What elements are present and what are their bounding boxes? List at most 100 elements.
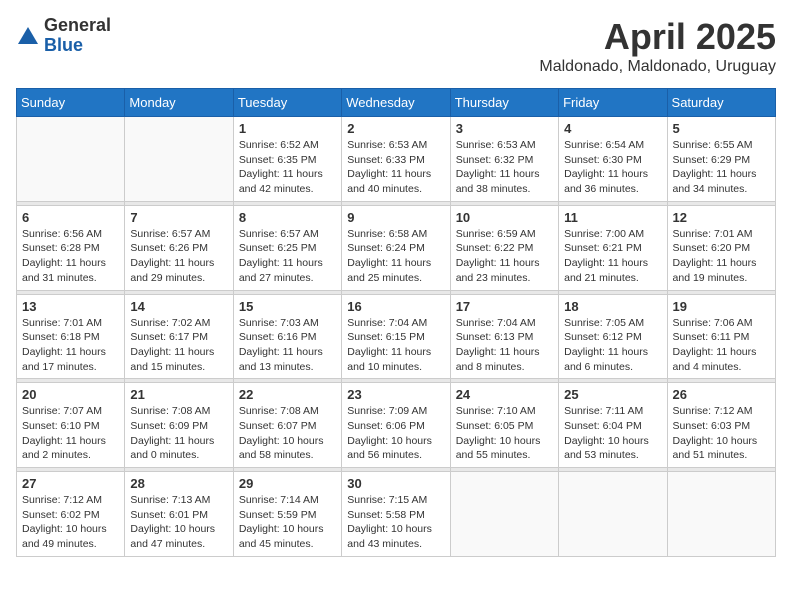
calendar-header-row: SundayMondayTuesdayWednesdayThursdayFrid… [17, 89, 776, 117]
day-detail: Sunrise: 6:54 AM Sunset: 6:30 PM Dayligh… [564, 138, 661, 197]
day-detail: Sunrise: 6:59 AM Sunset: 6:22 PM Dayligh… [456, 227, 553, 286]
day-number: 22 [239, 387, 336, 402]
day-number: 8 [239, 210, 336, 225]
calendar-cell: 2 Sunrise: 6:53 AM Sunset: 6:33 PM Daylig… [342, 117, 450, 202]
logo: General Blue [16, 16, 111, 56]
day-detail: Sunrise: 7:09 AM Sunset: 6:06 PM Dayligh… [347, 404, 444, 463]
day-number: 29 [239, 476, 336, 491]
calendar-cell [559, 472, 667, 557]
day-detail: Sunrise: 7:01 AM Sunset: 6:18 PM Dayligh… [22, 316, 119, 375]
calendar-cell [17, 117, 125, 202]
calendar-cell: 3Sunrise: 6:53 AM Sunset: 6:32 PM Daylig… [450, 117, 558, 202]
calendar-cell [125, 117, 233, 202]
calendar-cell: 13 Sunrise: 7:01 AM Sunset: 6:18 PM Dayli… [17, 294, 125, 379]
day-number: 23 [347, 387, 444, 402]
calendar-cell: 20Sunrise: 7:07 AM Sunset: 6:10 PM Dayli… [17, 383, 125, 468]
day-detail: Sunrise: 7:04 AM Sunset: 6:15 PM Dayligh… [347, 316, 444, 375]
day-detail: Sunrise: 6:57 AM Sunset: 6:25 PM Dayligh… [239, 227, 336, 286]
day-detail: Sunrise: 7:02 AM Sunset: 6:17 PM Dayligh… [130, 316, 227, 375]
weekday-header-wednesday: Wednesday [342, 89, 450, 117]
calendar-week-row: 20Sunrise: 7:07 AM Sunset: 6:10 PM Dayli… [17, 383, 776, 468]
calendar-cell: 5Sunrise: 6:55 AM Sunset: 6:29 PM Daylig… [667, 117, 775, 202]
day-detail: Sunrise: 6:57 AM Sunset: 6:26 PM Dayligh… [130, 227, 227, 286]
weekday-header-thursday: Thursday [450, 89, 558, 117]
calendar-cell: 24 Sunrise: 7:10 AM Sunset: 6:05 PM Dayli… [450, 383, 558, 468]
day-number: 1 [239, 121, 336, 136]
day-number: 30 [347, 476, 444, 491]
day-detail: Sunrise: 7:14 AM Sunset: 5:59 PM Dayligh… [239, 493, 336, 552]
day-number: 10 [456, 210, 553, 225]
day-detail: Sunrise: 7:10 AM Sunset: 6:05 PM Dayligh… [456, 404, 553, 463]
day-number: 4 [564, 121, 661, 136]
title-area: April 2025 Maldonado, Maldonado, Uruguay [539, 16, 776, 76]
day-number: 19 [673, 299, 770, 314]
calendar-cell: 12Sunrise: 7:01 AM Sunset: 6:20 PM Dayli… [667, 205, 775, 290]
day-number: 15 [239, 299, 336, 314]
day-number: 14 [130, 299, 227, 314]
day-number: 27 [22, 476, 119, 491]
logo-blue: Blue [44, 36, 111, 56]
day-number: 20 [22, 387, 119, 402]
day-number: 12 [673, 210, 770, 225]
day-detail: Sunrise: 6:56 AM Sunset: 6:28 PM Dayligh… [22, 227, 119, 286]
calendar-cell: 23 Sunrise: 7:09 AM Sunset: 6:06 PM Dayli… [342, 383, 450, 468]
day-number: 28 [130, 476, 227, 491]
day-number: 17 [456, 299, 553, 314]
calendar-week-row: 6 Sunrise: 6:56 AM Sunset: 6:28 PM Daylig… [17, 205, 776, 290]
weekday-header-monday: Monday [125, 89, 233, 117]
day-number: 13 [22, 299, 119, 314]
calendar-cell [667, 472, 775, 557]
calendar-cell [450, 472, 558, 557]
day-number: 7 [130, 210, 227, 225]
day-detail: Sunrise: 6:58 AM Sunset: 6:24 PM Dayligh… [347, 227, 444, 286]
day-detail: Sunrise: 7:08 AM Sunset: 6:09 PM Dayligh… [130, 404, 227, 463]
day-number: 3 [456, 121, 553, 136]
day-number: 9 [347, 210, 444, 225]
day-number: 25 [564, 387, 661, 402]
day-detail: Sunrise: 7:12 AM Sunset: 6:02 PM Dayligh… [22, 493, 119, 552]
calendar-cell: 15Sunrise: 7:03 AM Sunset: 6:16 PM Dayli… [233, 294, 341, 379]
calendar-cell: 30 Sunrise: 7:15 AM Sunset: 5:58 PM Dayli… [342, 472, 450, 557]
logo-general: General [44, 16, 111, 36]
day-number: 11 [564, 210, 661, 225]
day-detail: Sunrise: 7:12 AM Sunset: 6:03 PM Dayligh… [673, 404, 770, 463]
day-detail: Sunrise: 7:05 AM Sunset: 6:12 PM Dayligh… [564, 316, 661, 375]
calendar-cell: 25 Sunrise: 7:11 AM Sunset: 6:04 PM Dayli… [559, 383, 667, 468]
day-number: 6 [22, 210, 119, 225]
calendar-cell: 9 Sunrise: 6:58 AM Sunset: 6:24 PM Daylig… [342, 205, 450, 290]
calendar-cell: 18 Sunrise: 7:05 AM Sunset: 6:12 PM Dayli… [559, 294, 667, 379]
calendar-week-row: 27 Sunrise: 7:12 AM Sunset: 6:02 PM Dayli… [17, 472, 776, 557]
day-number: 18 [564, 299, 661, 314]
day-detail: Sunrise: 6:53 AM Sunset: 6:33 PM Dayligh… [347, 138, 444, 197]
calendar-cell: 19 Sunrise: 7:06 AM Sunset: 6:11 PM Dayli… [667, 294, 775, 379]
calendar-cell: 27 Sunrise: 7:12 AM Sunset: 6:02 PM Dayli… [17, 472, 125, 557]
day-detail: Sunrise: 6:52 AM Sunset: 6:35 PM Dayligh… [239, 138, 336, 197]
calendar-cell: 11 Sunrise: 7:00 AM Sunset: 6:21 PM Dayli… [559, 205, 667, 290]
day-number: 2 [347, 121, 444, 136]
day-detail: Sunrise: 7:15 AM Sunset: 5:58 PM Dayligh… [347, 493, 444, 552]
calendar-cell: 26Sunrise: 7:12 AM Sunset: 6:03 PM Dayli… [667, 383, 775, 468]
day-detail: Sunrise: 7:08 AM Sunset: 6:07 PM Dayligh… [239, 404, 336, 463]
logo-icon [16, 24, 40, 48]
calendar-cell: 21 Sunrise: 7:08 AM Sunset: 6:09 PM Dayli… [125, 383, 233, 468]
calendar-cell: 7 Sunrise: 6:57 AM Sunset: 6:26 PM Daylig… [125, 205, 233, 290]
calendar-cell: 29 Sunrise: 7:14 AM Sunset: 5:59 PM Dayli… [233, 472, 341, 557]
logo-text: General Blue [44, 16, 111, 56]
calendar-cell: 8 Sunrise: 6:57 AM Sunset: 6:25 PM Daylig… [233, 205, 341, 290]
month-title: April 2025 [539, 16, 776, 58]
day-detail: Sunrise: 7:00 AM Sunset: 6:21 PM Dayligh… [564, 227, 661, 286]
day-number: 24 [456, 387, 553, 402]
calendar-cell: 6 Sunrise: 6:56 AM Sunset: 6:28 PM Daylig… [17, 205, 125, 290]
day-detail: Sunrise: 7:11 AM Sunset: 6:04 PM Dayligh… [564, 404, 661, 463]
calendar-cell: 16Sunrise: 7:04 AM Sunset: 6:15 PM Dayli… [342, 294, 450, 379]
weekday-header-tuesday: Tuesday [233, 89, 341, 117]
day-number: 21 [130, 387, 227, 402]
day-detail: Sunrise: 7:04 AM Sunset: 6:13 PM Dayligh… [456, 316, 553, 375]
day-detail: Sunrise: 7:06 AM Sunset: 6:11 PM Dayligh… [673, 316, 770, 375]
calendar-cell: 10 Sunrise: 6:59 AM Sunset: 6:22 PM Dayli… [450, 205, 558, 290]
weekday-header-saturday: Saturday [667, 89, 775, 117]
calendar-cell: 22 Sunrise: 7:08 AM Sunset: 6:07 PM Dayli… [233, 383, 341, 468]
day-detail: Sunrise: 7:13 AM Sunset: 6:01 PM Dayligh… [130, 493, 227, 552]
calendar-week-row: 1 Sunrise: 6:52 AM Sunset: 6:35 PM Daylig… [17, 117, 776, 202]
weekday-header-sunday: Sunday [17, 89, 125, 117]
